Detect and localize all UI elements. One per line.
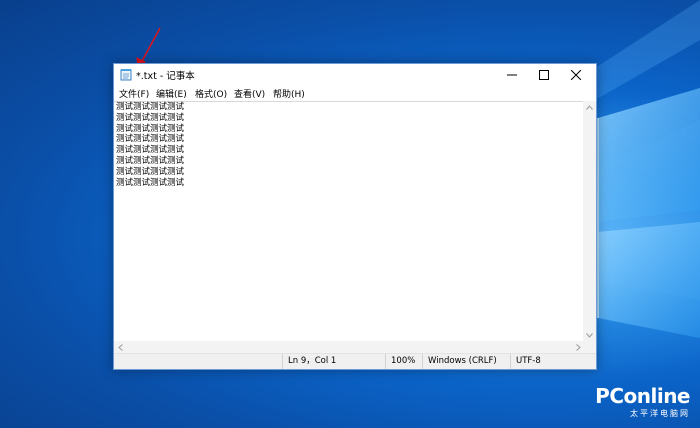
watermark-subtitle: 太平洋电脑网 — [630, 409, 690, 418]
menu-bar: 文件(F) 编辑(E) 格式(O) 查看(V) 帮助(H) — [114, 86, 596, 101]
menu-edit[interactable]: 编辑(E) — [156, 87, 187, 100]
text-line: 测试测试测试测试 — [116, 112, 185, 123]
menu-file[interactable]: 文件(F) — [119, 87, 149, 100]
scroll-up-button[interactable] — [583, 101, 596, 113]
text-line: 测试测试测试测试 — [116, 177, 185, 188]
text-line: 测试测试测试测试 — [116, 123, 185, 134]
close-icon — [571, 70, 581, 80]
maximize-button[interactable] — [528, 64, 560, 86]
vertical-scrollbar[interactable] — [583, 101, 596, 341]
notepad-app-icon — [120, 69, 132, 81]
horizontal-scrollbar[interactable] — [114, 341, 584, 353]
maximize-icon — [539, 70, 549, 80]
text-line: 测试测试测试测试 — [116, 145, 185, 156]
watermark-brand: PConline — [595, 384, 690, 408]
status-cursor-position: Ln 9，Col 1 — [282, 354, 385, 369]
chevron-right-icon — [575, 343, 581, 351]
minimize-button[interactable] — [496, 64, 528, 86]
text-editor-area[interactable]: 测试测试测试测试 测试测试测试测试 测试测试测试测试 测试测试测试测试 测试测试… — [114, 101, 584, 341]
text-line: 测试测试测试测试 — [116, 102, 185, 112]
pconline-watermark-logo: PConline 太平洋电脑网 — [595, 384, 690, 418]
menu-view[interactable]: 查看(V) — [234, 87, 265, 100]
chevron-up-icon — [586, 104, 593, 110]
menu-format[interactable]: 格式(O) — [195, 87, 227, 100]
status-bar: Ln 9，Col 1 100% Windows (CRLF) UTF-8 — [114, 353, 596, 369]
scrollbar-corner — [583, 341, 596, 353]
text-line: 测试测试测试测试 — [116, 166, 185, 177]
minimize-icon — [507, 74, 517, 76]
chevron-left-icon — [117, 343, 123, 351]
notepad-window: *.txt - 记事本 文件(F) 编辑(E) 格式(O) 查看(V) 帮助(H… — [113, 63, 597, 370]
menu-help[interactable]: 帮助(H) — [273, 87, 305, 100]
scroll-left-button[interactable] — [114, 341, 126, 353]
close-button[interactable] — [560, 64, 592, 86]
status-zoom: 100% — [385, 354, 422, 369]
status-encoding: UTF-8 — [510, 354, 596, 369]
text-line: 测试测试测试测试 — [116, 155, 185, 166]
window-title: *.txt - 记事本 — [136, 71, 195, 82]
chevron-down-icon — [586, 332, 593, 338]
text-line: 测试测试测试测试 — [116, 134, 185, 145]
title-bar[interactable]: *.txt - 记事本 — [114, 64, 596, 86]
scroll-down-button[interactable] — [583, 329, 596, 341]
status-line-ending: Windows (CRLF) — [422, 354, 510, 369]
